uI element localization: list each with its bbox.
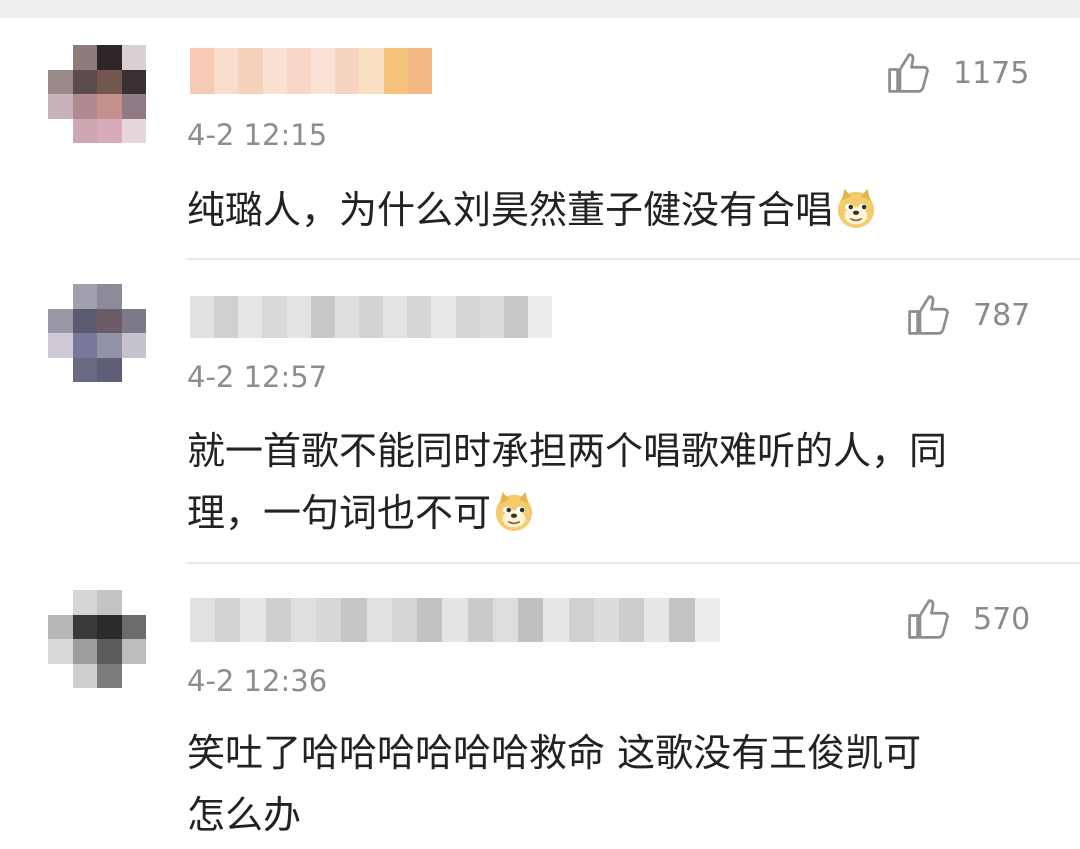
comment-text-line: 理，一句词也不可	[187, 482, 1047, 544]
comment-timestamp: 4-2 12:15	[187, 118, 328, 152]
comment-timestamp: 4-2 12:57	[187, 360, 328, 394]
like-button[interactable]: 1175	[885, 50, 1029, 96]
like-count: 787	[973, 297, 1031, 333]
avatar[interactable]	[48, 284, 146, 382]
comment-text: 纯璐人，为什么刘昊然董子健没有合唱	[187, 179, 1047, 241]
comment-text: 就一首歌不能同时承担两个唱歌难听的人，同 理，一句词也不可	[187, 420, 1047, 544]
comment-text-line: 怎么办	[187, 793, 302, 837]
comment-item: 570 4-2 12:36 笑吐了哈哈哈哈哈哈救命 这歌没有王俊凯可 怎么办	[0, 564, 1080, 849]
comment-text-content: 理，一句词也不可	[187, 491, 492, 535]
comment-text: 笑吐了哈哈哈哈哈哈救命 这歌没有王俊凯可 怎么办	[187, 722, 1047, 846]
comment-item: 1175 4-2 12:15 纯璐人，为什么刘昊然董子健没有合唱	[0, 0, 1080, 260]
comment-item: 787 4-2 12:57 就一首歌不能同时承担两个唱歌难听的人，同 理，一句词…	[0, 260, 1080, 564]
thumbs-up-icon	[888, 53, 929, 93]
comment-text-content: 纯璐人，为什么刘昊然董子健没有合唱	[187, 188, 834, 232]
comment-text-line: 笑吐了哈哈哈哈哈哈救命 这歌没有王俊凯可	[187, 731, 922, 775]
avatar[interactable]	[48, 45, 146, 143]
thumbs-up-icon	[908, 599, 949, 639]
avatar[interactable]	[48, 590, 146, 688]
doge-emoji	[837, 188, 875, 229]
like-count: 570	[973, 601, 1031, 637]
comment-text-line: 就一首歌不能同时承担两个唱歌难听的人，同	[187, 429, 948, 473]
username-blurred[interactable]	[190, 296, 553, 338]
username-blurred[interactable]	[190, 48, 433, 94]
comment-timestamp: 4-2 12:36	[187, 664, 328, 698]
thumbs-up-icon	[908, 295, 949, 335]
like-button[interactable]: 570	[905, 596, 1030, 642]
doge-emoji	[495, 491, 533, 532]
like-button[interactable]: 787	[905, 292, 1030, 338]
username-blurred[interactable]	[190, 598, 720, 642]
like-count: 1175	[953, 55, 1030, 91]
